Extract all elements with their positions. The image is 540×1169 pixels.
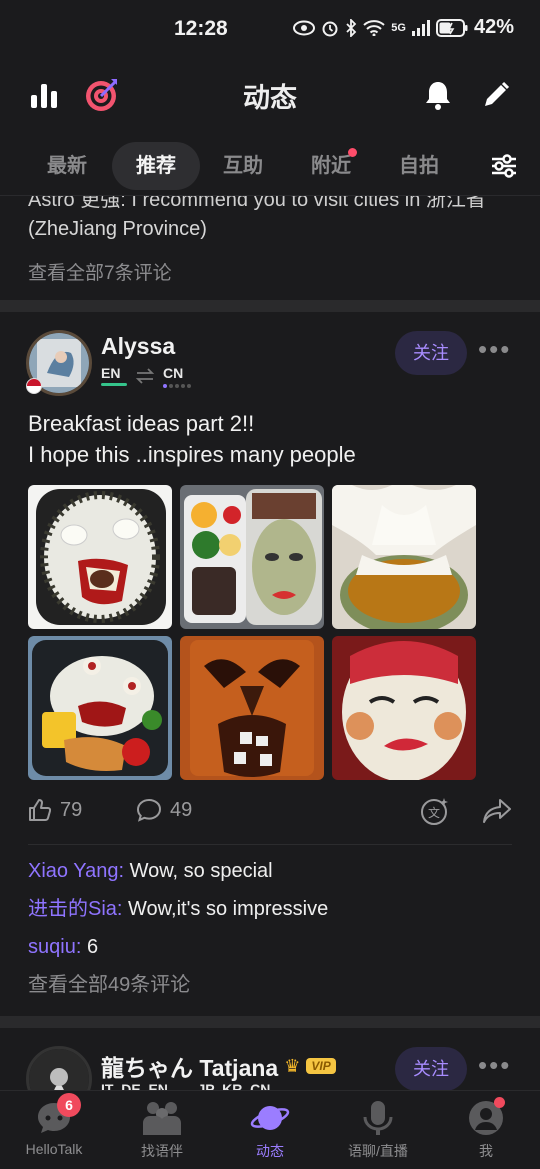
translate-icon[interactable]: 文 <box>420 796 450 826</box>
profile-notification-dot <box>494 1097 505 1108</box>
network-type-label: 5G <box>391 21 406 34</box>
view-all-comments[interactable]: 查看全部49条评论 <box>28 970 518 1008</box>
people-icon <box>143 1102 181 1135</box>
language-pair: EN CN <box>101 365 191 388</box>
thumbs-up-icon <box>29 799 52 821</box>
alarm-icon <box>322 21 338 36</box>
nav-label: 语聊/直播 <box>348 1143 408 1159</box>
nav-label: 动态 <box>256 1143 284 1159</box>
vip-badge: VIP <box>306 1058 336 1074</box>
bell-icon[interactable] <box>418 75 458 115</box>
tab-selfie[interactable]: 自拍 <box>386 142 452 190</box>
tab-help[interactable]: 互助 <box>210 142 276 190</box>
post-username[interactable]: Alyssa <box>101 333 175 360</box>
comment-button[interactable]: 49 <box>136 798 192 822</box>
status-bar: 12:28 5G 42% <box>0 0 540 60</box>
nav-profile[interactable]: 我 <box>432 1099 540 1161</box>
comment-item[interactable]: 进击的Sia: Wow,it's so impressive <box>28 894 518 932</box>
eye-icon <box>293 20 316 35</box>
wifi-icon <box>363 19 385 36</box>
nav-voice-live[interactable]: 语聊/直播 <box>324 1099 432 1161</box>
post-image[interactable] <box>28 636 172 780</box>
post-actions: 79 49 文 <box>0 794 540 834</box>
learning-level-dots <box>163 384 191 388</box>
like-button[interactable]: 79 <box>28 798 82 822</box>
bluetooth-icon <box>346 18 357 37</box>
page-title: 动态 <box>243 83 297 113</box>
comment-author[interactable]: suqiu: <box>28 936 81 958</box>
nav-moments[interactable]: 动态 <box>216 1099 324 1161</box>
comment-author[interactable]: 进击的Sia: <box>28 898 122 920</box>
battery-percent: 42% <box>473 16 514 38</box>
microphone-icon <box>363 1101 393 1135</box>
crown-icon: ♛ <box>284 1055 301 1076</box>
post-image[interactable] <box>28 485 172 629</box>
post-image[interactable] <box>180 485 324 629</box>
previous-comment-cut: Astro 更强: I recommend you to visit citie… <box>28 196 486 211</box>
planet-icon <box>250 1106 290 1130</box>
post-image[interactable] <box>180 636 324 780</box>
status-time: 12:28 <box>174 17 228 40</box>
bottom-navigation: HelloTalk 6 找语伴 动态 语聊/直播 我 <box>0 1090 540 1169</box>
previous-view-all-comments[interactable]: 查看全部7条评论 <box>28 258 172 285</box>
follow-button[interactable]: 关注 <box>395 1047 467 1091</box>
post-image[interactable] <box>332 485 476 629</box>
post-divider <box>0 1016 540 1028</box>
next-post-username[interactable]: 龍ちゃん Tatjana <box>101 1049 278 1083</box>
comment-bubble-icon <box>136 798 162 822</box>
flag-icon <box>26 378 42 394</box>
post-image-grid <box>28 485 476 780</box>
previous-comment-text: (ZheJiang Province) <box>28 218 207 240</box>
nearby-dot <box>348 148 357 157</box>
next-post-username-row: 龍ちゃん Tatjana ♛ VIP <box>101 1049 336 1083</box>
more-options-icon[interactable]: ••• <box>478 334 511 365</box>
native-language: EN <box>101 365 121 381</box>
tab-recommended[interactable]: 推荐 <box>112 142 200 190</box>
nav-label: 找语伴 <box>141 1143 183 1159</box>
tab-latest[interactable]: 最新 <box>34 142 100 190</box>
like-count: 79 <box>60 798 83 821</box>
app-header: 动态 <box>0 60 540 130</box>
learning-language: CN <box>163 365 184 381</box>
status-icons: 5G 42% <box>293 16 514 39</box>
more-options-icon[interactable]: ••• <box>478 1050 511 1081</box>
signal-icon <box>411 19 430 36</box>
comment-text: 6 <box>86 936 99 958</box>
comment-item[interactable]: suqiu: 6 <box>28 932 518 970</box>
comment-text: Wow,it's so impressive <box>128 898 329 920</box>
svg-text:文: 文 <box>428 805 440 820</box>
post-text: Breakfast ideas part 2!! I hope this ..i… <box>28 408 356 470</box>
filter-icon[interactable] <box>484 146 524 186</box>
post-divider <box>0 300 540 312</box>
comment-text: Wow, so special <box>129 860 273 882</box>
nav-label: HelloTalk <box>25 1141 83 1157</box>
nav-hellotalk[interactable]: HelloTalk <box>0 1099 108 1157</box>
comment-item[interactable]: Xiao Yang: Wow, so special <box>28 856 518 894</box>
comment-count: 49 <box>170 798 193 821</box>
next-post-languages: IT DE EN → JP KR CN <box>101 1081 271 1090</box>
battery-icon <box>435 18 468 37</box>
post-text-line-1: Breakfast ideas part 2!! <box>28 411 255 436</box>
post-text-line-2: I hope this ..inspires many people <box>28 442 356 467</box>
follow-button[interactable]: 关注 <box>395 331 467 375</box>
share-icon[interactable] <box>482 798 512 824</box>
native-level-bar <box>101 383 127 386</box>
feed-tabs: 最新 推荐 互助 附近 自拍 <box>0 138 540 196</box>
edit-icon[interactable] <box>476 75 516 115</box>
nav-find-partners[interactable]: 找语伴 <box>108 1099 216 1161</box>
comments-separator <box>28 844 512 845</box>
previous-post-tail: Astro 更强: I recommend you to visit citie… <box>0 196 540 300</box>
exchange-arrows-icon <box>135 368 155 384</box>
comment-author[interactable]: Xiao Yang: <box>28 860 124 882</box>
nav-label: 我 <box>479 1143 493 1159</box>
comment-list: Xiao Yang: Wow, so special 进击的Sia: Wow,i… <box>28 856 518 1008</box>
unread-badge: 6 <box>57 1093 81 1117</box>
post-image[interactable] <box>332 636 476 780</box>
